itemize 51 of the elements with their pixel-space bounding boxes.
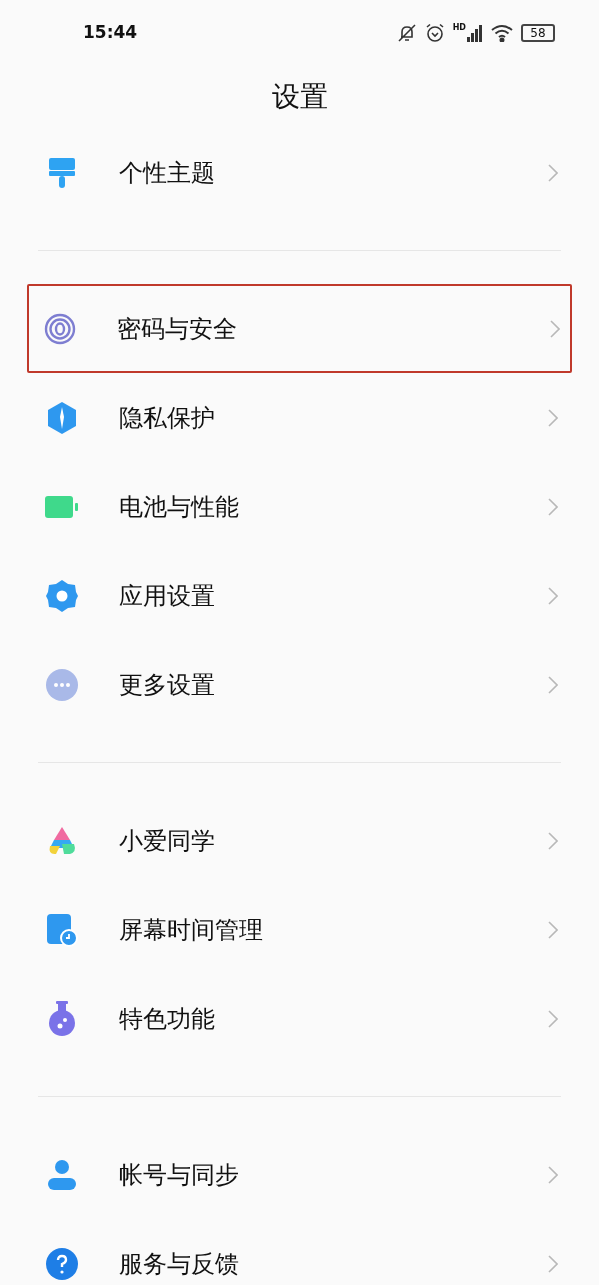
settings-item[interactable]: 帐号与同步 — [27, 1130, 572, 1219]
settings-item[interactable]: 个性主题 — [27, 128, 572, 217]
signal-icon — [467, 24, 483, 42]
settings-item[interactable]: 应用设置 — [27, 551, 572, 640]
item-label: 屏幕时间管理 — [119, 914, 264, 946]
item-label: 隐私保护 — [119, 402, 216, 434]
status-time: 15:44 — [83, 21, 138, 45]
chevron-right-icon — [548, 675, 558, 694]
settings-item[interactable]: 特色功能 — [27, 974, 572, 1063]
chevron-right-icon — [548, 408, 558, 427]
item-label: 密码与安全 — [117, 313, 238, 345]
settings-item[interactable]: 隐私保护 — [27, 373, 572, 462]
network-type: HD — [452, 24, 466, 32]
settings-item[interactable]: 小爱同学 — [27, 796, 572, 885]
item-label: 个性主题 — [119, 157, 216, 189]
paint-brush-icon — [47, 155, 77, 190]
settings-item[interactable]: 密码与安全 — [27, 284, 572, 373]
wifi-icon — [491, 24, 513, 42]
chevron-right-icon — [548, 1009, 558, 1028]
battery-indicator: 58 — [521, 24, 555, 42]
item-label: 应用设置 — [119, 580, 216, 612]
chevron-right-icon — [548, 586, 558, 605]
phone-clock-icon — [46, 912, 78, 947]
item-label: 帐号与同步 — [119, 1159, 240, 1191]
settings-item[interactable]: 电池与性能 — [27, 462, 572, 551]
settings-item[interactable]: 更多设置 — [27, 640, 572, 729]
chevron-right-icon — [548, 920, 558, 939]
item-label: 服务与反馈 — [119, 1248, 240, 1280]
fingerprint-icon — [43, 311, 77, 346]
page-title: 设置 — [271, 79, 328, 115]
help-icon — [46, 1247, 78, 1280]
settings-icon — [45, 578, 79, 613]
item-label: 小爱同学 — [119, 825, 216, 857]
chevron-right-icon — [548, 497, 558, 516]
item-label: 更多设置 — [119, 669, 216, 701]
settings-item[interactable]: 屏幕时间管理 — [27, 885, 572, 974]
alarm-clock-icon — [424, 23, 445, 43]
chevron-right-icon — [550, 319, 560, 338]
battery-icon — [45, 495, 79, 518]
chevron-right-icon — [548, 831, 558, 850]
flask-icon — [47, 1000, 77, 1037]
chevron-right-icon — [548, 1165, 558, 1184]
more-icon — [46, 668, 78, 701]
item-label: 电池与性能 — [119, 491, 240, 523]
bell-off-icon — [396, 23, 417, 43]
shield-icon — [46, 400, 78, 435]
chevron-right-icon — [548, 163, 558, 182]
chevron-right-icon — [548, 1254, 558, 1273]
settings-item[interactable]: 服务与反馈 — [27, 1219, 572, 1285]
person-icon — [46, 1158, 78, 1191]
item-label: 特色功能 — [119, 1003, 216, 1035]
